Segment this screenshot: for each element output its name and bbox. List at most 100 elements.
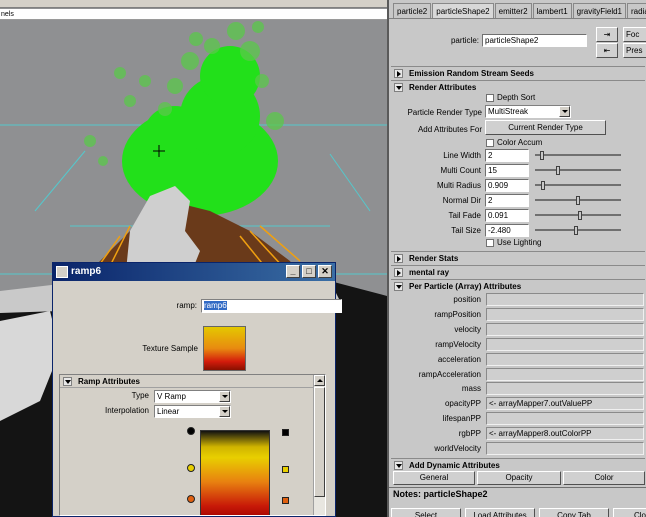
general-button[interactable]: General <box>393 471 475 485</box>
section-per-particle[interactable]: Per Particle (Array) Attributes <box>391 279 645 292</box>
per-particle-field[interactable]: <- arrayMapper7.outValuePP <box>486 397 644 410</box>
slider-knob[interactable] <box>578 211 582 220</box>
render-field-input[interactable]: 2 <box>485 194 529 207</box>
viewport-toolbar <box>0 0 387 8</box>
per-particle-field[interactable] <box>486 382 644 395</box>
slider-knob[interactable] <box>556 166 560 175</box>
per-particle-label: rampVelocity <box>435 340 481 349</box>
render-field-slider[interactable] <box>535 151 621 160</box>
depth-sort-checkbox[interactable] <box>486 94 494 102</box>
render-field-slider[interactable] <box>535 211 621 220</box>
use-lighting-checkbox[interactable] <box>486 239 494 247</box>
texture-sample-label: Texture Sample <box>142 344 198 353</box>
ramp-attributes-header[interactable]: Ramp Attributes <box>60 375 325 388</box>
ramp-window-titlebar[interactable]: ramp6 _ □ ✕ <box>53 263 335 281</box>
panels-menu[interactable]: nels <box>0 9 387 20</box>
collapse-triangle-icon[interactable] <box>394 83 403 92</box>
select-button[interactable]: Select <box>391 508 461 517</box>
section-emission[interactable]: Emission Random Stream Seeds <box>391 66 645 79</box>
render-field-slider[interactable] <box>535 196 621 205</box>
per-particle-field[interactable] <box>486 412 644 425</box>
type-value: V Ramp <box>157 392 186 401</box>
ramp-position-handle[interactable] <box>187 464 195 472</box>
green-particles <box>122 46 278 216</box>
load-attributes-button[interactable]: Load Attributes <box>465 508 535 517</box>
render-field-input[interactable]: 2 <box>485 149 529 162</box>
ramp-position-handle[interactable] <box>187 495 195 503</box>
interpolation-dropdown[interactable]: Linear <box>154 405 231 418</box>
render-field-slider[interactable] <box>535 181 621 190</box>
render-field-input[interactable]: 0.091 <box>485 209 529 222</box>
tab-emitter2[interactable]: emitter2 <box>494 3 532 18</box>
section-render-attributes[interactable]: Render Attributes <box>391 80 645 93</box>
close-tab-button[interactable]: Clo <box>613 508 646 517</box>
maximize-button[interactable]: □ <box>302 265 316 278</box>
per-particle-field[interactable]: <- arrayMapper8.outColorPP <box>486 427 644 440</box>
particle-name-field[interactable]: particleShape2 <box>482 34 587 47</box>
ramp-delete-handle[interactable] <box>282 466 289 473</box>
ramp-window[interactable]: ramp6 _ □ ✕ ramp: ramp6 Texture Sample R… <box>52 262 342 517</box>
tab-particleShape2[interactable]: particleShape2 <box>432 3 494 18</box>
texture-sample-swatch[interactable] <box>203 326 246 371</box>
ramp-scrollbar[interactable] <box>313 375 325 515</box>
per-particle-field[interactable] <box>486 353 644 366</box>
render-type-label: Particle Render Type <box>407 108 482 117</box>
per-particle-label: position <box>453 295 481 304</box>
section-mental-ray[interactable]: mental ray <box>391 265 645 278</box>
render-field-input[interactable]: 0.909 <box>485 179 529 192</box>
section-render-stats-title: Render Stats <box>409 254 459 263</box>
slider-knob[interactable] <box>574 226 578 235</box>
close-button[interactable]: ✕ <box>318 265 332 278</box>
slider-knob[interactable] <box>540 151 544 160</box>
scroll-up-icon[interactable] <box>314 375 325 386</box>
render-type-dropdown[interactable]: MultiStreak <box>485 105 571 118</box>
render-field-slider[interactable] <box>535 166 621 175</box>
copy-tab-button[interactable]: Copy Tab <box>539 508 609 517</box>
per-particle-field[interactable] <box>486 368 644 381</box>
use-lighting-label: Use Lighting <box>497 238 542 247</box>
scroll-thumb[interactable] <box>314 387 325 497</box>
select-output-icon[interactable]: ⇤ <box>596 43 618 58</box>
color-button[interactable]: Color <box>563 471 645 485</box>
slider-knob[interactable] <box>541 181 545 190</box>
render-field-label: Tail Size <box>451 226 481 235</box>
tab-gravityField1[interactable]: gravityField1 <box>572 3 627 18</box>
select-input-icon[interactable]: ⇥ <box>596 27 618 42</box>
per-particle-field[interactable] <box>486 442 644 455</box>
section-add-dynamic[interactable]: Add Dynamic Attributes <box>391 458 645 471</box>
section-render-stats[interactable]: Render Stats <box>391 251 645 264</box>
collapse-triangle-icon[interactable] <box>394 282 403 291</box>
notes-header[interactable]: Notes: particleShape2 <box>389 487 646 500</box>
focus-button[interactable]: Foc <box>623 27 646 42</box>
add-attributes-label: Add Attributes For <box>417 125 482 134</box>
window-app-icon <box>56 266 68 278</box>
minimize-button[interactable]: _ <box>286 265 300 278</box>
per-particle-field[interactable] <box>486 323 644 336</box>
ramp-gradient[interactable] <box>200 430 270 515</box>
ramp-delete-handle[interactable] <box>282 429 289 436</box>
expand-triangle-icon[interactable] <box>394 268 403 277</box>
tab-particle2[interactable]: particle2 <box>393 3 432 18</box>
per-particle-label: lifespanPP <box>442 414 481 423</box>
tab-lambert1[interactable]: lambert1 <box>532 3 572 18</box>
current-render-type-button[interactable]: Current Render Type <box>485 120 606 135</box>
collapse-triangle-icon[interactable] <box>63 377 72 386</box>
render-field-slider[interactable] <box>535 226 621 235</box>
ramp-name-field[interactable]: ramp6 <box>201 299 342 313</box>
per-particle-field[interactable] <box>486 293 644 306</box>
expand-triangle-icon[interactable] <box>394 254 403 263</box>
per-particle-field[interactable] <box>486 338 644 351</box>
type-dropdown[interactable]: V Ramp <box>154 390 231 403</box>
collapse-triangle-icon[interactable] <box>394 461 403 470</box>
color-accum-checkbox[interactable] <box>486 139 494 147</box>
ramp-delete-handle[interactable] <box>282 497 289 504</box>
ramp-position-handle[interactable] <box>187 427 195 435</box>
per-particle-field[interactable] <box>486 308 644 321</box>
opacity-button[interactable]: Opacity <box>477 471 561 485</box>
tab-radialField1[interactable]: radialField1 <box>627 3 646 18</box>
render-field-input[interactable]: 15 <box>485 164 529 177</box>
presets-button[interactable]: Pres <box>623 43 646 58</box>
expand-triangle-icon[interactable] <box>394 69 403 78</box>
render-field-input[interactable]: -2.480 <box>485 224 529 237</box>
slider-knob[interactable] <box>576 196 580 205</box>
